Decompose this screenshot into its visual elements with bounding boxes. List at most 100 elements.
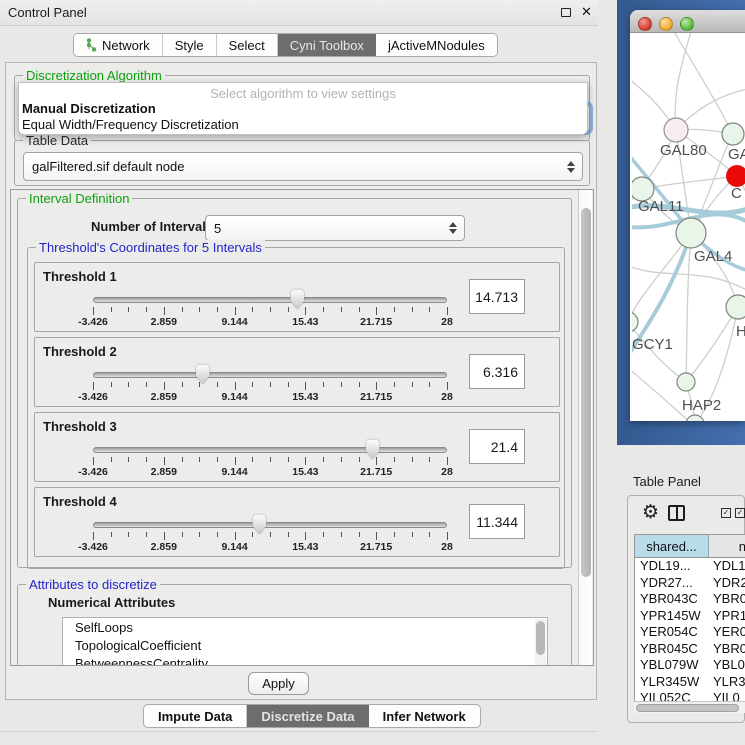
table-header-row: shared... na bbox=[635, 535, 745, 558]
slider-thumb[interactable] bbox=[289, 289, 305, 309]
node-label-gal4: GAL4 bbox=[694, 248, 732, 265]
tab-style-label: Style bbox=[175, 38, 204, 53]
table-row[interactable]: YBR043CYBR0 bbox=[635, 591, 745, 608]
cell-name[interactable]: YER0 bbox=[709, 624, 745, 641]
tab-infer-network[interactable]: Infer Network bbox=[369, 705, 480, 727]
slider-tick bbox=[359, 382, 360, 387]
cell-shared-name[interactable]: YPR145W bbox=[635, 608, 709, 625]
table-row[interactable]: YBL079WYBL0 bbox=[635, 657, 745, 674]
network-canvas[interactable]: GAL80 GA GAL11 C GAL4 GCY1 H HAP2 bbox=[632, 33, 745, 421]
attribute-item[interactable]: SelfLoops bbox=[63, 618, 547, 636]
table-horizontal-scrollbar[interactable] bbox=[634, 701, 745, 713]
table-horizontal-scrollbar-thumb[interactable] bbox=[636, 704, 739, 712]
slider-tick bbox=[93, 382, 94, 390]
tab-network[interactable]: Network bbox=[74, 34, 163, 56]
node-label-c: C bbox=[731, 185, 742, 202]
checkbox-icon[interactable]: ✓ bbox=[735, 508, 745, 518]
cell-shared-name[interactable]: YLR345W bbox=[635, 674, 709, 691]
slider-tick-labels: -3.4262.8599.14415.4321.71528 bbox=[93, 391, 447, 403]
slider-track[interactable] bbox=[93, 447, 447, 453]
tab-style[interactable]: Style bbox=[163, 34, 217, 56]
slider-track[interactable] bbox=[93, 372, 447, 378]
slider-track[interactable] bbox=[93, 297, 447, 303]
cell-shared-name[interactable]: YDR27... bbox=[635, 575, 709, 592]
cell-name[interactable]: YBR0 bbox=[709, 591, 745, 608]
cell-name[interactable]: YDL1 bbox=[709, 558, 745, 575]
split-view-icon[interactable] bbox=[668, 505, 685, 521]
slider-tick bbox=[217, 307, 218, 312]
vertical-scrollbar[interactable] bbox=[578, 190, 592, 666]
table-row[interactable]: YLR345WYLR3 bbox=[635, 674, 745, 691]
attributes-scrollbar[interactable] bbox=[535, 619, 546, 666]
attributes-scrollbar-thumb[interactable] bbox=[536, 621, 545, 655]
threshold-value-field[interactable]: 11.344 bbox=[469, 504, 525, 539]
slider-tick bbox=[376, 532, 377, 540]
gear-icon[interactable]: ⚙ bbox=[642, 501, 659, 524]
algorithm-option-equal-width[interactable]: Equal Width/Frequency Discretization bbox=[22, 117, 239, 132]
slider-tick-label: 28 bbox=[441, 541, 453, 553]
close-icon[interactable]: ✕ bbox=[581, 4, 592, 20]
slider-tick-label: 15.43 bbox=[292, 391, 318, 403]
number-of-intervals-combobox[interactable]: 5 bbox=[205, 215, 465, 241]
table-row[interactable]: YER054CYER0 bbox=[635, 624, 745, 641]
tab-cyni-toolbox[interactable]: Cyni Toolbox bbox=[278, 34, 376, 56]
network-window-titlebar[interactable] bbox=[630, 10, 745, 33]
tab-discretize-data[interactable]: Discretize Data bbox=[247, 705, 368, 727]
cell-shared-name[interactable]: YBR043C bbox=[635, 591, 709, 608]
slider-tick-label: 2.859 bbox=[151, 541, 177, 553]
tab-jactivemnodules-label: jActiveMNodules bbox=[388, 38, 485, 53]
column-header-name[interactable]: na bbox=[709, 535, 745, 557]
number-of-intervals-value: 5 bbox=[214, 221, 221, 236]
threshold-value-field[interactable]: 6.316 bbox=[469, 354, 525, 389]
threshold-value-field[interactable]: 14.713 bbox=[469, 279, 525, 314]
attribute-item[interactable]: TopologicalCoefficient bbox=[63, 636, 547, 654]
algorithm-option-manual[interactable]: Manual Discretization bbox=[22, 101, 156, 116]
table-row[interactable]: YBR045CYBR0 bbox=[635, 641, 745, 658]
slider-tick-label: 21.715 bbox=[360, 316, 392, 328]
cell-name[interactable]: YBR0 bbox=[709, 641, 745, 658]
cell-name[interactable]: YDR2 bbox=[709, 575, 745, 592]
apply-button[interactable]: Apply bbox=[248, 672, 309, 695]
attribute-item[interactable]: BetweennessCentrality bbox=[63, 654, 547, 666]
zoom-traffic-light-icon[interactable] bbox=[680, 17, 694, 31]
slider-tick bbox=[394, 457, 395, 462]
node-label-h: H bbox=[736, 323, 745, 340]
slider-tick bbox=[235, 532, 236, 540]
tab-jactivemnodules[interactable]: jActiveMNodules bbox=[376, 34, 497, 56]
cell-name[interactable]: YLR3 bbox=[709, 674, 745, 691]
slider-tick bbox=[111, 457, 112, 462]
slider-tick bbox=[412, 532, 413, 537]
threshold-value-field[interactable]: 21.4 bbox=[469, 429, 525, 464]
slider-tick bbox=[93, 532, 94, 540]
checkbox-icon[interactable]: ✓ bbox=[721, 508, 731, 518]
slider-thumb[interactable] bbox=[195, 364, 211, 384]
column-header-shared-name[interactable]: shared... bbox=[635, 535, 709, 557]
cell-name[interactable]: YPR1 bbox=[709, 608, 745, 625]
table-row[interactable]: YPR145WYPR1 bbox=[635, 608, 745, 625]
float-window-icon[interactable] bbox=[561, 8, 571, 17]
table-row[interactable]: YDL19...YDL1 bbox=[635, 558, 745, 575]
slider-tick-labels: -3.4262.8599.14415.4321.71528 bbox=[93, 466, 447, 478]
slider-tick bbox=[447, 382, 448, 390]
tab-select[interactable]: Select bbox=[217, 34, 278, 56]
vertical-scrollbar-thumb[interactable] bbox=[581, 208, 591, 577]
tab-impute-data[interactable]: Impute Data bbox=[144, 705, 247, 727]
table-data-combobox[interactable]: galFiltered.sif default node bbox=[23, 152, 583, 181]
minimize-traffic-light-icon[interactable] bbox=[659, 17, 673, 31]
node-label-hap2: HAP2 bbox=[682, 397, 721, 414]
cell-shared-name[interactable]: YBR045C bbox=[635, 641, 709, 658]
algorithm-hint-item[interactable]: Select algorithm to view settings bbox=[19, 86, 587, 101]
tab-discretize-data-label: Discretize Data bbox=[261, 709, 354, 724]
cell-shared-name[interactable]: YBL079W bbox=[635, 657, 709, 674]
cell-name[interactable]: YBL0 bbox=[709, 657, 745, 674]
table-row[interactable]: YDR27...YDR2 bbox=[635, 575, 745, 592]
slider-tick bbox=[341, 382, 342, 387]
slider-tick-label: 28 bbox=[441, 316, 453, 328]
cell-shared-name[interactable]: YDL19... bbox=[635, 558, 709, 575]
close-traffic-light-icon[interactable] bbox=[638, 17, 652, 31]
slider-thumb[interactable] bbox=[365, 439, 381, 459]
slider-track[interactable] bbox=[93, 522, 447, 528]
slider-thumb[interactable] bbox=[251, 514, 267, 534]
node-gal80 bbox=[664, 118, 688, 142]
cell-shared-name[interactable]: YER054C bbox=[635, 624, 709, 641]
